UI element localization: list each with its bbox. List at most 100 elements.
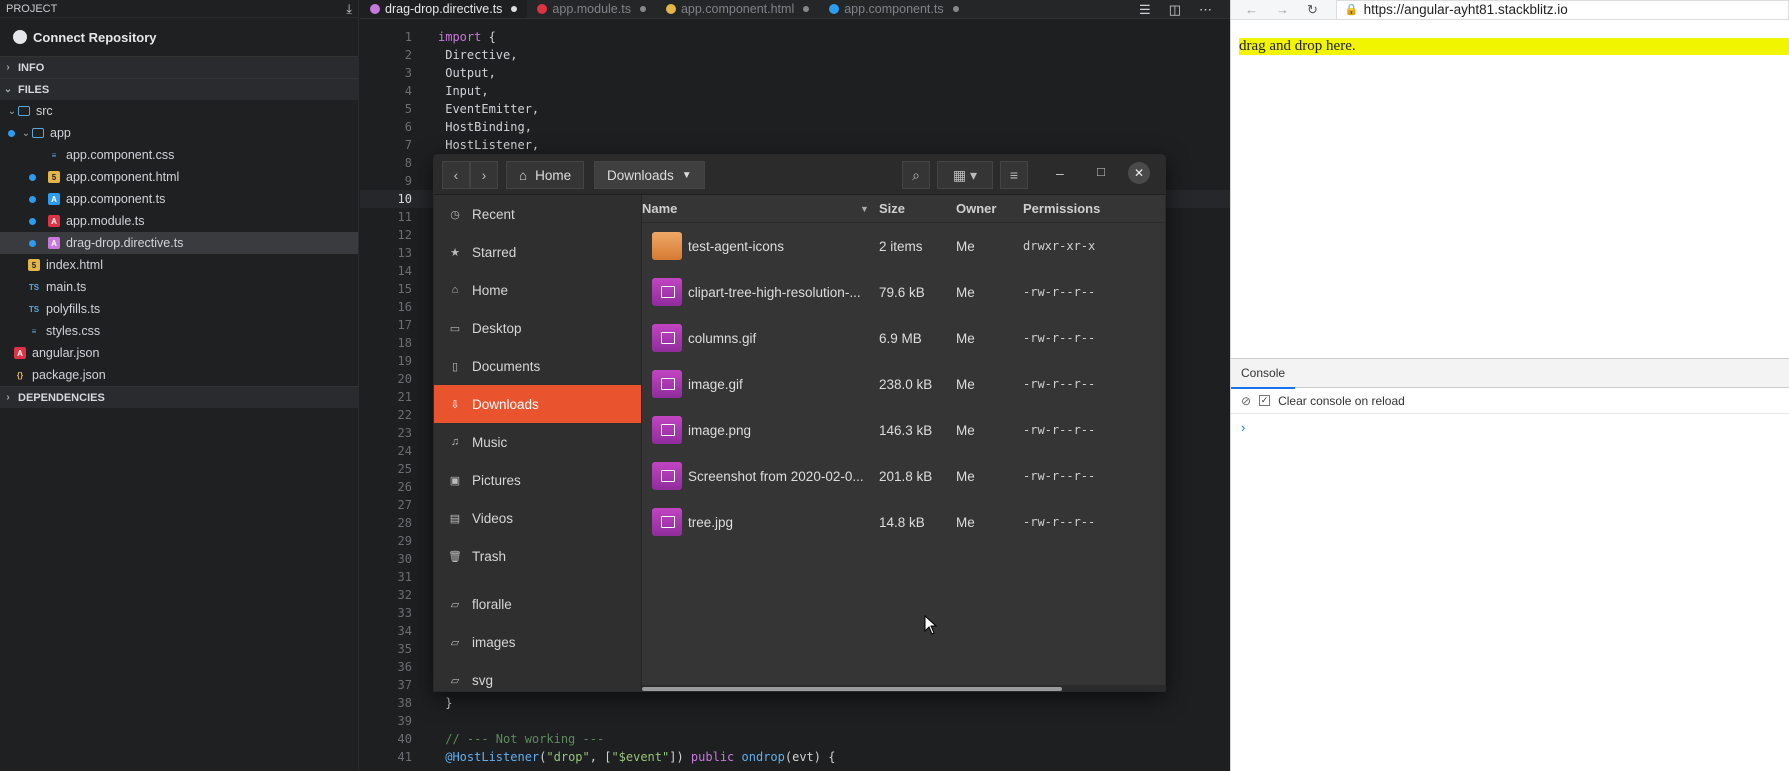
line-number: 27 (397, 498, 412, 512)
place-desktop[interactable]: ▭ Desktop (434, 309, 641, 347)
place-label: Trash (472, 548, 507, 564)
column-name[interactable]: Name (642, 201, 677, 216)
column-owner[interactable]: Owner (956, 201, 996, 216)
file-row[interactable]: Screenshot from 2020-02-0... 201.8 kB Me -r… (642, 453, 1165, 499)
clear-on-reload-checkbox[interactable]: ✓ (1259, 395, 1271, 406)
editor-tab[interactable]: app.module.ts (527, 0, 656, 18)
file-tree-item[interactable]: Aapp.component.ts (0, 188, 358, 210)
editor-tab-label: drag-drop.directive.ts (385, 2, 503, 16)
reload-icon[interactable]: ↻ (1307, 2, 1318, 18)
file-tree-item[interactable]: {} package.json (0, 364, 358, 386)
maximize-icon[interactable]: □ (1097, 164, 1105, 179)
file-tree-label: app.component.html (66, 170, 180, 184)
place-videos[interactable]: ▤ Videos (434, 499, 641, 537)
place-pictures[interactable]: ▣ Pictures (434, 461, 641, 499)
breadcrumb-home-label: Home (535, 167, 572, 183)
line-number: 14 (397, 264, 412, 278)
split-view-icon[interactable]: ◫ (1169, 2, 1181, 18)
line-number: 33 (397, 606, 412, 620)
place-home[interactable]: ⌂ Home (434, 271, 641, 309)
breadcrumb-home[interactable]: ⌂ Home (506, 161, 585, 189)
project-header: PROJECT ⤓ (0, 0, 358, 18)
drop-zone[interactable]: drag and drop here. (1239, 38, 1789, 55)
tab-console[interactable]: Console (1231, 359, 1296, 389)
connect-repository-button[interactable]: Connect Repository (0, 18, 358, 56)
place-floralle[interactable]: ▱ floralle (434, 585, 641, 623)
console-panel-header: Console (1231, 358, 1789, 389)
scroll-thumb[interactable] (642, 687, 1062, 691)
horizontal-scrollbar[interactable] (642, 685, 1165, 691)
file-tree-item[interactable]: Adrag-drop.directive.ts (0, 232, 358, 254)
minimize-icon[interactable]: – (1056, 165, 1064, 181)
place-music[interactable]: ♫ Music (434, 423, 641, 461)
file-row[interactable]: clipart-tree-high-resolution-... 79.6 kB M… (642, 269, 1165, 315)
place-recent[interactable]: ◷ Recent (434, 195, 641, 233)
line-number: 1 (404, 30, 412, 44)
file-tree-item[interactable]: Aapp.module.ts (0, 210, 358, 232)
place-starred[interactable]: ★ Starred (434, 233, 641, 271)
forward-button[interactable]: › (470, 161, 498, 189)
file-row[interactable]: image.gif 238.0 kB Me -rw-r--r-- (642, 361, 1165, 407)
image-file-icon (652, 370, 682, 398)
line-number: 13 (397, 246, 412, 260)
file-permissions: -rw-r--r-- (1023, 423, 1096, 437)
section-files[interactable]: ⌄ FILES (0, 78, 358, 100)
file-manager-headerbar: ‹ › ⌂ Home Downloads ▼ ⌕ ▦ ▾ ≡ – □ ✕ (434, 155, 1165, 195)
file-tree-item[interactable]: ≡ styles.css (0, 320, 358, 342)
line-number: 9 (404, 174, 412, 188)
file-tree-item[interactable]: Aangular.json (0, 342, 358, 364)
file-tree-item[interactable]: 5 index.html (0, 254, 358, 276)
more-icon[interactable]: ⋯ (1199, 2, 1212, 18)
file-size: 2 items (879, 238, 923, 254)
line-number: 6 (404, 120, 412, 134)
file-row[interactable]: image.png 146.3 kB Me -rw-r--r-- (642, 407, 1165, 453)
place-downloads[interactable]: ⇩ Downloads (434, 385, 641, 423)
close-icon[interactable]: ✕ (1128, 162, 1150, 184)
column-permissions[interactable]: Permissions (1023, 201, 1100, 216)
back-icon[interactable]: ← (1245, 2, 1258, 17)
back-button[interactable]: ‹ (442, 161, 470, 189)
clear-console-icon[interactable]: ⊘ (1241, 394, 1251, 408)
file-tree-item[interactable]: ≡ app.component.css (0, 144, 358, 166)
chevron-right-icon: › (6, 62, 10, 73)
editor-tab[interactable]: app.component.html (656, 0, 819, 18)
editor-tab[interactable]: drag-drop.directive.ts (360, 0, 528, 18)
download-icon: ⇩ (450, 398, 460, 411)
line-content: @HostListener("drop", ["$event"]) public… (445, 750, 836, 764)
file-type-icon (537, 4, 548, 14)
file-row[interactable]: columns.gif 6.9 MB Me -rw-r--r-- (642, 315, 1165, 361)
view-toggle-button[interactable]: ▦ ▾ (937, 161, 993, 189)
editor-tab[interactable]: app.component.ts (819, 0, 968, 18)
place-documents[interactable]: ▯ Documents (434, 347, 641, 385)
forward-icon[interactable]: → (1276, 2, 1289, 17)
file-row[interactable]: test-agent-icons 2 items Me drwxr-xr-x (642, 223, 1165, 269)
console-prompt[interactable]: › (1241, 420, 1245, 435)
breadcrumb-downloads[interactable]: Downloads ▼ (594, 161, 705, 189)
download-icon[interactable]: ⤓ (346, 1, 352, 17)
url-field[interactable]: 🔒 https://angular-ayht81.stackblitz.io (1335, 0, 1789, 20)
menu-button[interactable]: ≡ (1000, 161, 1028, 189)
file-tree-item[interactable]: 5 app.component.html (0, 166, 358, 188)
section-dependencies[interactable]: › DEPENDENCIES (0, 386, 358, 408)
file-tree-item[interactable]: ⌄ app (0, 122, 358, 144)
file-row[interactable]: tree.jpg 14.8 kB Me -rw-r--r-- (642, 499, 1165, 545)
line-content: // --- Not working --- (445, 732, 605, 746)
file-tree-item[interactable]: TS main.ts (0, 276, 358, 298)
place-svg[interactable]: ▱ svg (434, 661, 641, 691)
modified-dot (29, 217, 36, 225)
line-number: 26 (397, 480, 412, 494)
place-trash[interactable]: 🗑 Trash (434, 537, 641, 575)
line-content: HostBinding, (438, 120, 532, 134)
file-tree-item[interactable]: TS polyfills.ts (0, 298, 358, 320)
code-line: 6 HostBinding, (360, 118, 1230, 136)
section-info[interactable]: › INFO (0, 56, 358, 78)
file-tree-item[interactable]: ⌄ src (0, 100, 358, 122)
align-icon[interactable]: ☰ (1139, 2, 1151, 18)
column-size[interactable]: Size (879, 201, 905, 216)
document-icon: ▯ (451, 360, 459, 373)
code-line: 39 (360, 712, 1230, 730)
search-button[interactable]: ⌕ (902, 161, 930, 189)
image-file-icon (652, 508, 682, 536)
editor-tab-label: app.module.ts (552, 2, 631, 16)
place-images[interactable]: ▱ images (434, 623, 641, 661)
